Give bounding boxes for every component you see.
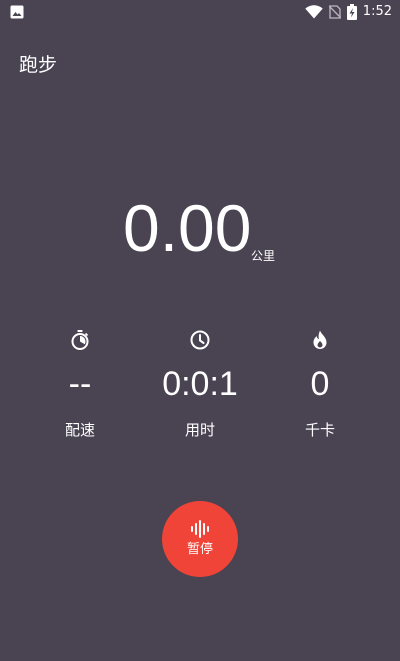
wifi-icon bbox=[305, 5, 323, 19]
page-title: 跑步 bbox=[19, 54, 58, 76]
stopwatch-icon bbox=[71, 330, 89, 350]
status-indicators: 1:52 bbox=[305, 3, 392, 21]
battery-charging-icon bbox=[346, 4, 357, 20]
stat-pace-value: -- bbox=[68, 365, 92, 403]
status-time: 1:52 bbox=[362, 4, 392, 19]
distance-unit: 公里 bbox=[251, 249, 276, 263]
stat-calories-value: 0 bbox=[310, 365, 330, 403]
no-sim-icon bbox=[328, 5, 341, 19]
image-notification-icon bbox=[10, 5, 24, 19]
stats-row: -- 配速 0:0:1 用时 0 千卡 bbox=[0, 326, 400, 446]
stat-pace: -- 配速 bbox=[20, 326, 140, 446]
pause-button-label: 暂停 bbox=[186, 542, 213, 557]
distance-value: 0.00 bbox=[123, 191, 252, 265]
clock-icon bbox=[190, 330, 210, 350]
voice-wave-icon bbox=[191, 520, 209, 538]
stat-pace-label: 配速 bbox=[64, 421, 95, 439]
distance-display: 0.00 公里 bbox=[0, 190, 400, 270]
stat-calories: 0 千卡 bbox=[260, 326, 380, 446]
status-bar: 1:52 bbox=[0, 0, 400, 24]
flame-icon bbox=[313, 330, 327, 349]
pause-button[interactable]: 暂停 bbox=[162, 501, 238, 577]
stat-calories-label: 千卡 bbox=[304, 421, 335, 439]
stat-duration-label: 用时 bbox=[184, 421, 215, 439]
stat-duration: 0:0:1 用时 bbox=[140, 326, 260, 446]
stat-duration-value: 0:0:1 bbox=[162, 365, 238, 403]
